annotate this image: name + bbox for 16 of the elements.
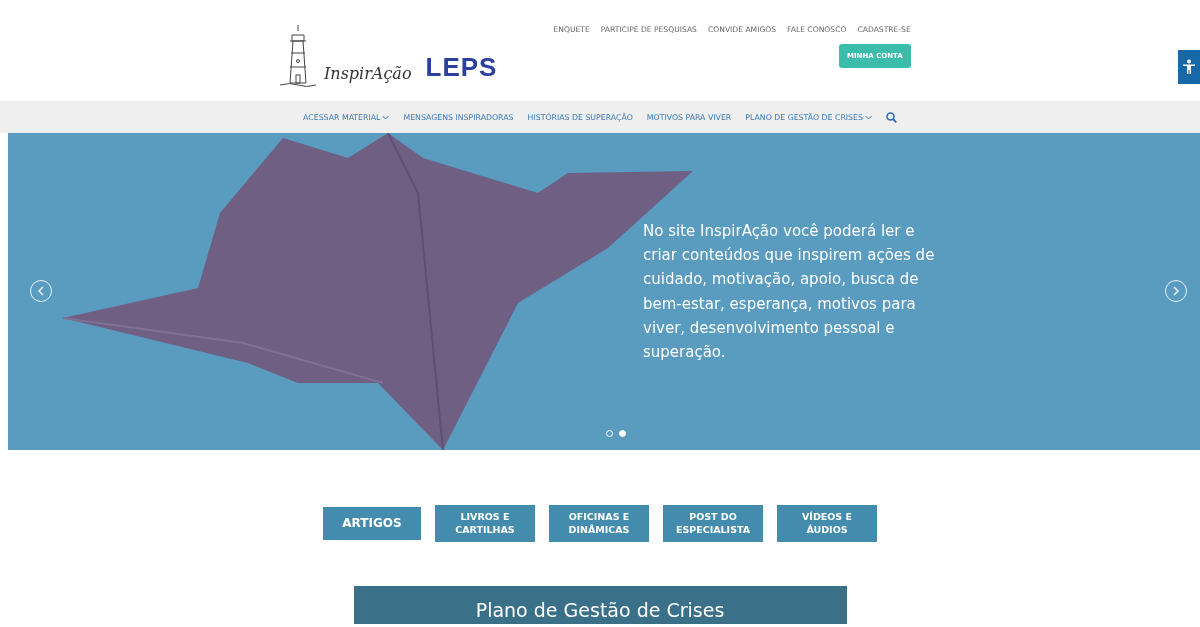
slide-dot[interactable] (619, 430, 626, 437)
chevron-left-icon (37, 286, 45, 296)
category-button[interactable]: VÍDEOS E ÁUDIOS (777, 505, 877, 542)
lighthouse-icon (278, 22, 318, 89)
search-icon[interactable] (885, 111, 897, 123)
accessibility-button[interactable] (1178, 50, 1200, 84)
category-button[interactable]: POST DO ESPECIALISTA (663, 505, 763, 542)
category-button[interactable]: ARTIGOS (323, 507, 421, 540)
logo-text: InspirAção (324, 63, 412, 83)
hero-text: No site InspirAção você poderá ler e criar conteúdos que inspirem ações de cuidado, motivação, apoio, busca de bem-estar, esperança, motivos para viver, desenvolvimento pessoal e superação. (643, 220, 936, 364)
card-title: Plano de Gestão de Crises (475, 598, 725, 622)
person-icon (1182, 59, 1196, 75)
category-button[interactable]: LIVROS E CARTILHAS (435, 505, 535, 542)
partner-logo: LEPS (425, 51, 498, 83)
category-button[interactable]: OFICINAS E DINÂMICAS (549, 505, 649, 542)
chevron-right-icon (1172, 286, 1180, 296)
